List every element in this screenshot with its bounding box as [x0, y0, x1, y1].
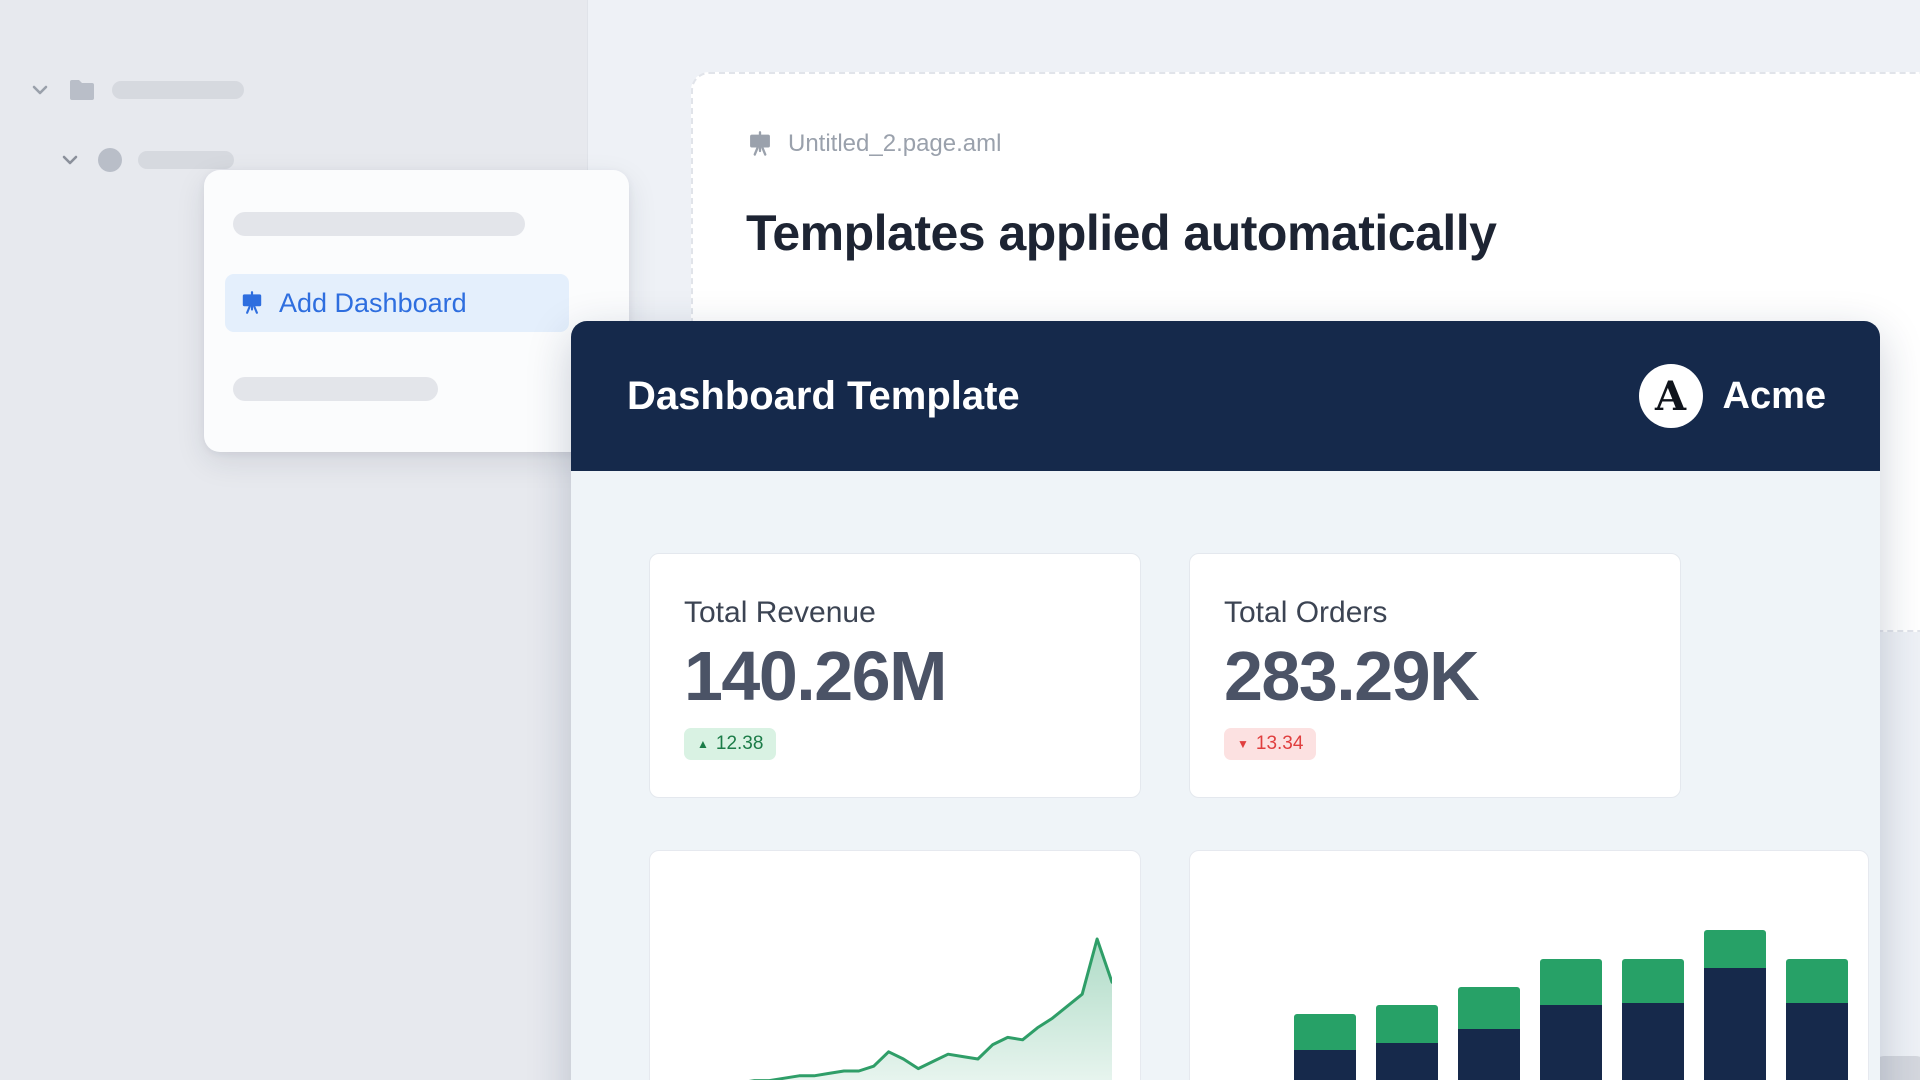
- add-dashboard-menu-item[interactable]: Add Dashboard: [225, 274, 569, 332]
- sidebar: [0, 0, 588, 1080]
- partial-skeleton-decor: [1874, 1056, 1920, 1080]
- bar-column: [1294, 1014, 1356, 1080]
- dashboard-easel-icon: [239, 290, 265, 316]
- dashboard-header: Dashboard Template A Acme: [571, 321, 1880, 471]
- brand-name: Acme: [1723, 375, 1827, 418]
- chart-row: [649, 850, 1880, 1080]
- folder-icon: [68, 78, 96, 102]
- bar-column: [1458, 987, 1520, 1080]
- add-dashboard-label: Add Dashboard: [279, 288, 467, 319]
- kpi-delta-value: 13.34: [1256, 733, 1304, 755]
- bar-column: [1786, 959, 1848, 1080]
- kpi-delta-value: 12.38: [716, 733, 764, 755]
- dashboard-body: Total Revenue 140.26M ▲ 12.38 Total Orde…: [571, 471, 1880, 1080]
- kpi-label: Total Revenue: [684, 596, 1140, 630]
- skeleton-text-bar: [138, 151, 234, 169]
- stacked-bar-chart: [1294, 930, 1848, 1080]
- bar-column: [1704, 930, 1766, 1080]
- page-dot-icon: [98, 148, 122, 172]
- trend-down-icon: ▼: [1237, 738, 1249, 750]
- kpi-value: 283.29K: [1224, 636, 1680, 716]
- file-row: Untitled_2.page.aml: [746, 130, 1920, 158]
- kpi-card-total-revenue: Total Revenue 140.26M ▲ 12.38: [649, 553, 1141, 798]
- dashboard-easel-icon: [746, 130, 774, 158]
- skeleton-menu-item: [233, 212, 525, 236]
- revenue-area-chart: [649, 850, 1141, 1080]
- skeleton-text-bar: [112, 81, 244, 99]
- file-name: Untitled_2.page.aml: [788, 130, 1001, 158]
- dashboard-title: Dashboard Template: [627, 374, 1020, 419]
- brand: A Acme: [1639, 364, 1827, 428]
- trend-up-icon: ▲: [697, 738, 709, 750]
- context-menu: Add Dashboard: [204, 170, 629, 452]
- kpi-delta-badge: ▲ 12.38: [684, 728, 776, 760]
- kpi-row: Total Revenue 140.26M ▲ 12.38 Total Orde…: [649, 553, 1880, 798]
- bar-column: [1622, 959, 1684, 1080]
- skeleton-menu-item: [233, 377, 438, 401]
- page-heading: Templates applied automatically: [746, 204, 1920, 262]
- kpi-delta-badge: ▼ 13.34: [1224, 728, 1316, 760]
- bar-column: [1376, 1005, 1438, 1080]
- bar-column: [1540, 959, 1602, 1080]
- tree-item-page[interactable]: [58, 148, 234, 172]
- chevron-down-icon[interactable]: [58, 148, 82, 172]
- kpi-value: 140.26M: [684, 636, 1140, 716]
- kpi-label: Total Orders: [1224, 596, 1680, 630]
- orders-bar-chart-card: [1189, 850, 1869, 1080]
- dashboard-template-card: Dashboard Template A Acme Total Revenue …: [571, 321, 1880, 1080]
- acme-logo-icon: A: [1639, 364, 1703, 428]
- kpi-card-total-orders: Total Orders 283.29K ▼ 13.34: [1189, 553, 1681, 798]
- tree-item-folder[interactable]: [28, 78, 244, 102]
- chevron-down-icon[interactable]: [28, 78, 52, 102]
